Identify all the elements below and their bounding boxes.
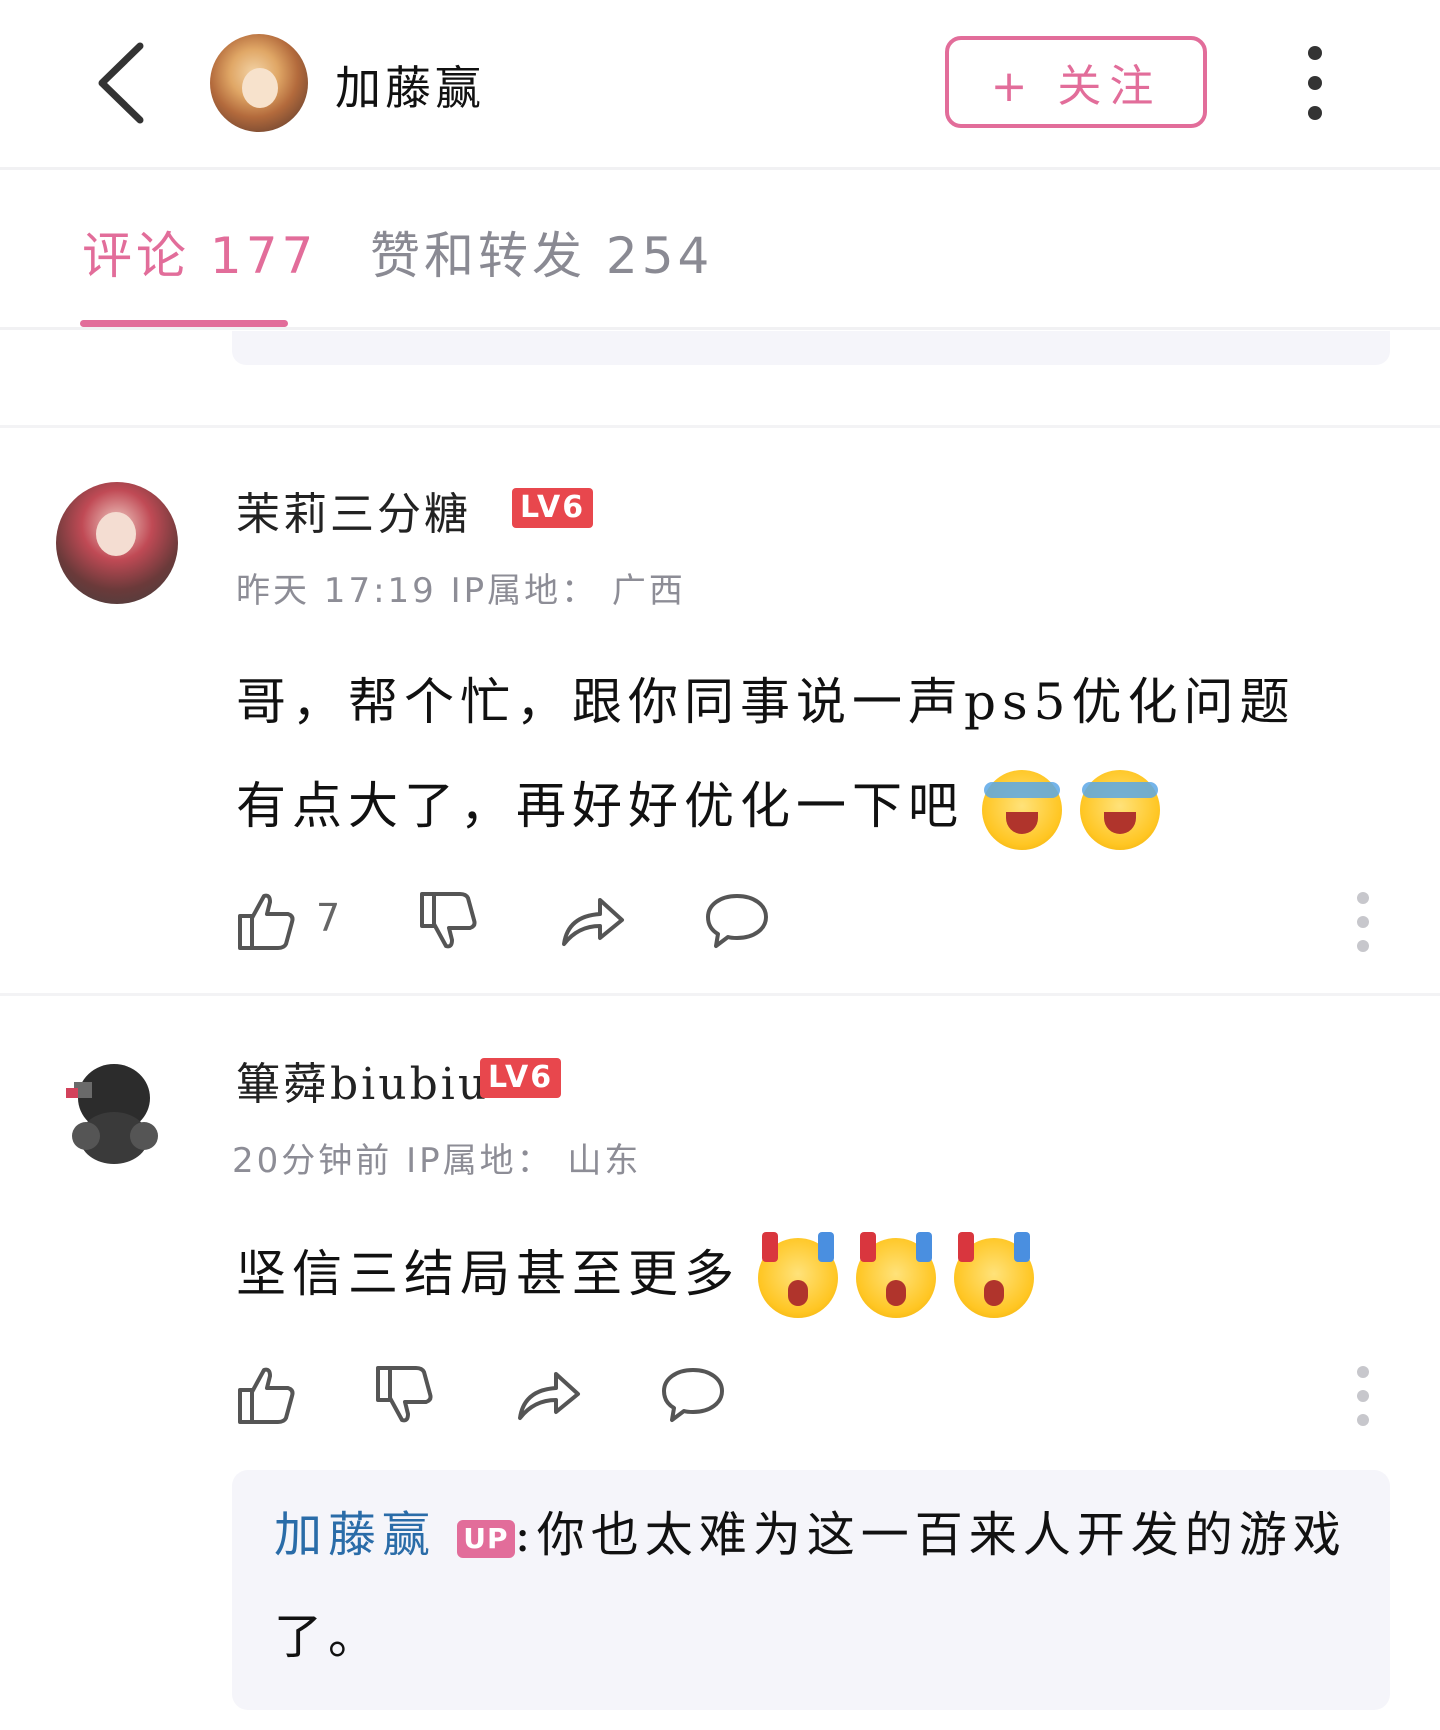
crying-laugh-emoji-icon <box>982 770 1062 850</box>
comment-more-icon[interactable] <box>1357 892 1371 964</box>
comment-author-name[interactable]: 篳蕣biubiu <box>236 1048 489 1112</box>
thumbs-up-icon[interactable] <box>236 890 296 952</box>
comment-meta: 昨天 17:19 IP属地： 广西 <box>236 571 686 611</box>
reply-text: 加藤赢 UP:你也太难为这一百来人开发的游戏了。 <box>274 1484 1364 1688</box>
like-count: 7 <box>316 896 341 940</box>
share-icon[interactable] <box>516 1364 582 1424</box>
divider <box>0 425 1440 428</box>
comment-more-icon[interactable] <box>1357 1366 1371 1438</box>
follow-button[interactable]: + 关注 <box>945 36 1207 128</box>
tab-bar: 评论 177 赞和转发 254 <box>0 172 1440 330</box>
share-icon[interactable] <box>560 890 626 950</box>
comment-meta: 20分钟前 IP属地： 山东 <box>232 1141 642 1181</box>
top-bar: 加藤赢 + 关注 <box>0 0 1440 170</box>
more-vertical-icon[interactable] <box>1305 46 1325 122</box>
tab-likes-reposts[interactable]: 赞和转发 254 <box>370 216 713 288</box>
tab-comments[interactable]: 评论 177 <box>82 216 317 288</box>
divider <box>0 993 1440 996</box>
reply-bubble-icon[interactable] <box>660 1364 726 1424</box>
chevron-left-icon[interactable] <box>92 38 162 128</box>
comment-actions: 7 <box>236 890 1396 960</box>
crying-laugh-emoji-icon <box>1080 770 1160 850</box>
shocked-emoji-icon <box>856 1232 936 1318</box>
previous-comment-remnant <box>232 331 1390 365</box>
author-name[interactable]: 加藤赢 <box>335 52 485 118</box>
comment-text: 哥，帮个忙，跟你同事说一声ps5优化问题 有点大了，再好好优化一下吧 <box>236 650 1396 858</box>
active-tab-indicator <box>80 320 288 327</box>
comment-author-name[interactable]: 茉莉三分糖 <box>236 478 471 542</box>
comment-text-line: 有点大了，再好好优化一下吧 <box>236 777 964 835</box>
reply-bubble-icon[interactable] <box>704 890 770 950</box>
reply-preview[interactable]: 加藤赢 UP:你也太难为这一百来人开发的游戏了。 <box>232 1470 1390 1710</box>
reply-author-name[interactable]: 加藤赢 <box>274 1507 436 1563</box>
comment-actions <box>236 1364 1396 1434</box>
comment-text-line: 坚信三结局甚至更多 <box>236 1245 740 1303</box>
author-avatar[interactable] <box>210 34 308 132</box>
thumbs-down-icon[interactable] <box>418 890 478 952</box>
level-badge: LV6 <box>480 1058 562 1098</box>
shocked-emoji-icon <box>758 1232 838 1318</box>
shocked-emoji-icon <box>954 1232 1034 1318</box>
thumbs-down-icon[interactable] <box>374 1364 434 1426</box>
level-badge: LV6 <box>512 488 594 528</box>
avatar[interactable] <box>56 482 178 604</box>
avatar[interactable] <box>52 1052 174 1174</box>
comment-text-line: 哥，帮个忙，跟你同事说一声ps5优化问题 <box>236 673 1296 731</box>
up-badge: UP <box>457 1519 515 1558</box>
comment-text: 坚信三结局甚至更多 <box>236 1222 1396 1326</box>
thumbs-up-icon[interactable] <box>236 1364 296 1426</box>
